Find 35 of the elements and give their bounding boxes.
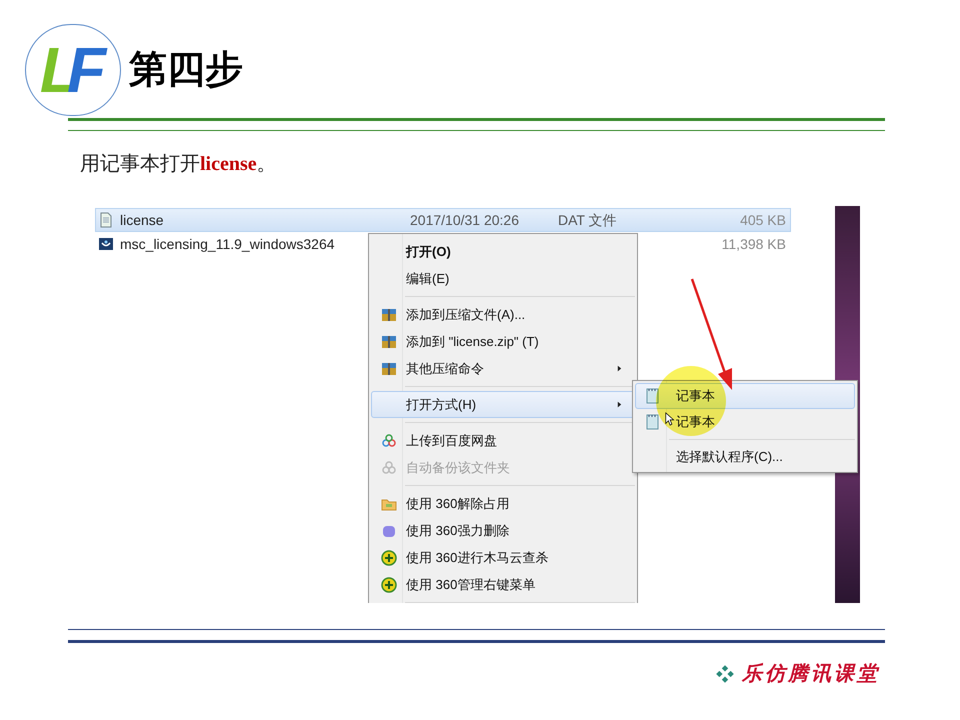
plus-icon: [381, 550, 397, 566]
slide-title: 第四步: [129, 48, 243, 92]
diamond-icon: [716, 665, 734, 683]
menu-item[interactable]: 添加到压缩文件(A)...: [371, 301, 635, 328]
menu-item[interactable]: 编辑(E): [371, 265, 635, 292]
file-size: 405 KB: [740, 210, 786, 230]
cloud-icon: [381, 460, 397, 476]
document-icon: [98, 212, 114, 228]
notepad-icon: [645, 414, 661, 430]
notepad-icon: [645, 388, 661, 404]
archive-icon: [381, 360, 397, 376]
menu-item[interactable]: 打开方式(H): [371, 391, 635, 418]
cloud-icon: [381, 432, 397, 448]
menu-item[interactable]: 其他压缩命令: [371, 355, 635, 382]
menu-item[interactable]: 选择默认程序(C)...: [635, 444, 855, 470]
menu-item[interactable]: 上传到百度网盘: [371, 427, 635, 454]
file-name: license: [120, 210, 165, 230]
menu-item[interactable]: 使用 360管理右键菜单: [371, 571, 635, 598]
plus-icon: [381, 576, 397, 592]
menu-item[interactable]: 使用 360解除占用: [371, 490, 635, 517]
file-row[interactable]: license 2017/10/31 20:26 DAT 文件 405 KB: [95, 208, 791, 232]
file-date: 2017/10/31 20:26: [410, 210, 520, 230]
menu-item[interactable]: 添加到 "license.zip" (T): [371, 328, 635, 355]
instruction-text: 用记事本打开license。: [80, 152, 278, 177]
program-icon: [98, 236, 114, 252]
file-name: msc_licensing_11.9_windows3264: [120, 234, 336, 254]
menu-item[interactable]: 使用 360强力删除: [371, 517, 635, 544]
file-type: DAT 文件: [558, 210, 618, 230]
menu-item[interactable]: 打开(O): [371, 238, 635, 265]
archive-icon: [381, 334, 397, 350]
menu-item[interactable]: 记事本: [635, 409, 855, 435]
menu-item[interactable]: 使用 360进行木马云查杀: [371, 544, 635, 571]
footer-brand: 乐仿腾讯课堂: [742, 662, 880, 687]
archive-icon: [381, 306, 397, 322]
file-size: 11,398 KB: [722, 234, 786, 254]
